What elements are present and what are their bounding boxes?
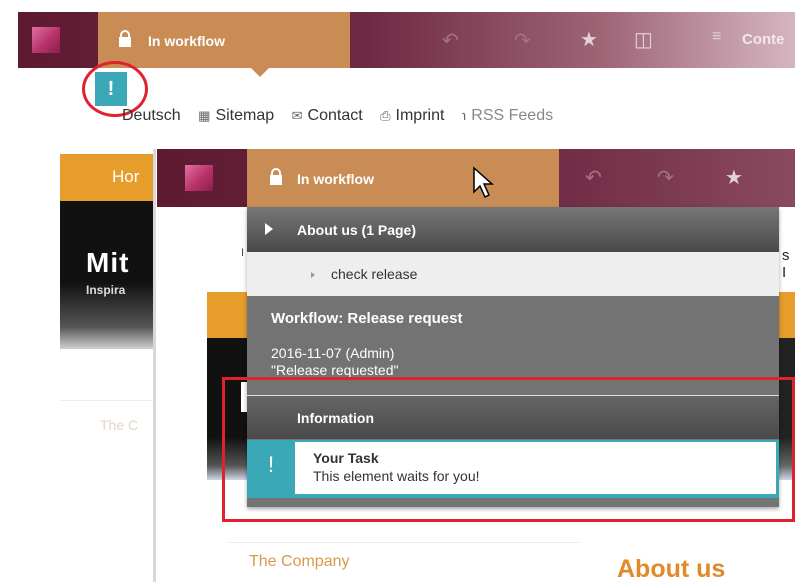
front-window-edge [153,149,156,582]
undo-icon[interactable]: ↶ [442,28,459,53]
dropdown-section-header[interactable]: About us (1 Page) [247,207,779,252]
meta-navigation: Deutsch ▦ Sitemap ✉ Contact ⎙ Imprint ℩ RSS … [122,107,566,125]
meta-nav-contact[interactable]: ✉ Contact [292,107,363,125]
sitemap-icon: ▦ [198,108,211,123]
main-nav-bar-right [779,292,795,338]
redo-icon[interactable]: ↷ [657,165,674,190]
mail-icon: ✉ [291,108,303,123]
meta-nav-sitemap[interactable]: ▦ Sitemap [198,107,274,125]
meta-nav-label: Sitemap [215,107,275,124]
hero-subtitle: Inspira [86,283,126,297]
chevron-right-icon [311,272,315,278]
workflow-tab-pointer [251,68,269,77]
workflow-label: In workflow [148,33,225,49]
divider [60,400,160,401]
meta-nav-imprint[interactable]: ⎙ Imprint [380,107,444,125]
workflow-title: Workflow: Release request [271,310,463,327]
section-header-label: About us (1 Page) [297,222,417,238]
expand-arrow-icon [265,223,273,235]
redo-icon[interactable]: ↷ [514,28,531,53]
workflow-date: 2016-11-07 (Admin) [271,345,395,361]
meta-nav-label: Imprint [395,107,445,124]
highlight-rectangle [222,377,795,522]
company-link[interactable]: The Company [249,553,350,571]
content-menu-label[interactable]: Conte [742,31,785,48]
workflow-tab[interactable]: In workflow [98,12,350,68]
app-logo-icon[interactable] [32,27,60,53]
main-nav-bar [207,292,250,338]
hero-title: Mit [86,247,130,278]
mouse-cursor-icon [473,166,494,199]
imprint-icon: ⎙ [380,108,391,123]
divider [228,542,580,543]
lock-icon [119,30,131,47]
app-logo-icon[interactable] [185,165,213,191]
meta-nav-fragment: I [241,247,245,259]
back-toolbar: In workflow ↶ ↷ ★ ◫ ≡ Conte [18,12,795,77]
meta-nav-label: Deutsch [122,107,181,124]
page-heading: About us [617,555,726,582]
screenshot-stage: In workflow ↶ ↷ ★ ◫ ≡ Conte ! Deutsch ▦ S… [0,0,795,582]
meta-nav-fragment: s I [782,247,790,281]
content-menu-icon[interactable]: ≡ [712,28,721,46]
meta-nav-label: Contact [307,107,363,124]
undo-icon[interactable]: ↶ [585,165,602,190]
faint-link[interactable]: The C [100,417,138,433]
check-release-label: check release [331,266,418,282]
add-favorite-icon[interactable]: ★ [725,165,743,190]
main-nav-home-label: Hor [112,167,140,186]
meta-nav-deutsch[interactable]: Deutsch [122,107,181,125]
workflow-tab[interactable]: In workflow [247,149,559,207]
add-favorite-icon[interactable]: ★ [580,27,598,52]
workflow-label: In workflow [297,171,374,187]
preview-device-icon[interactable]: ◫ [634,27,653,52]
rss-icon: ℩ [461,108,467,123]
meta-nav-rss[interactable]: ℩ RSS Feeds [462,107,553,125]
lock-icon [270,168,282,185]
workflow-status: "Release requested" [271,362,399,378]
check-release-item[interactable]: check release [247,252,779,296]
meta-nav-label: RSS Feeds [471,107,554,124]
